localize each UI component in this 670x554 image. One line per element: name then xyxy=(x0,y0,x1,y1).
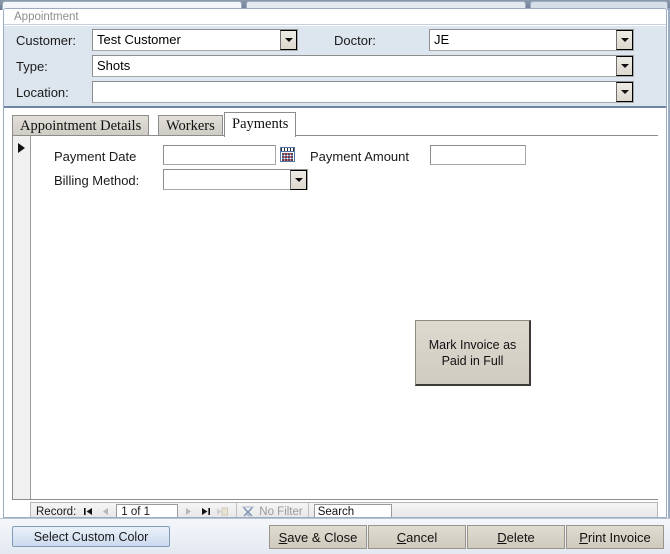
save-and-close-accel: S xyxy=(278,529,288,545)
filter-status-label: No Filter xyxy=(259,505,303,518)
payment-date-input[interactable] xyxy=(163,145,276,165)
calendar-icon-header xyxy=(281,148,294,152)
mark-invoice-paid-button[interactable]: Mark Invoice as Paid in Full xyxy=(415,320,531,386)
customer-dropdown-button[interactable] xyxy=(280,30,297,50)
next-record-icon xyxy=(186,508,192,515)
delete-accel: D xyxy=(497,529,507,545)
cancel-accel: C xyxy=(396,529,407,545)
customer-value: Test Customer xyxy=(97,32,181,47)
payment-amount-label: Payment Amount xyxy=(310,149,409,164)
tab-appointment-details[interactable]: Appointment Details xyxy=(12,115,150,136)
customer-combobox[interactable]: Test Customer xyxy=(92,29,298,51)
first-record-button[interactable] xyxy=(80,503,97,517)
type-dropdown-button[interactable] xyxy=(616,56,633,76)
next-record-button[interactable] xyxy=(180,503,197,517)
delete-button[interactable]: Delete xyxy=(467,525,565,549)
tab-workers[interactable]: Workers xyxy=(158,115,223,136)
save-and-close-button[interactable]: Save & Close xyxy=(269,525,367,549)
form-frame: Appointment Customer: Test Customer Doct… xyxy=(3,8,667,518)
print-invoice-button[interactable]: Print Invoice xyxy=(566,525,664,549)
payments-detail-area: Payment Date Payment Amount Billing Meth… xyxy=(32,136,658,499)
search-input[interactable]: Search xyxy=(313,503,392,517)
previous-record-button[interactable] xyxy=(97,503,114,517)
print-invoice-accel: P xyxy=(579,529,588,545)
record-position-input[interactable]: 1 of 1 xyxy=(116,503,179,517)
payment-date-label: Payment Date xyxy=(54,149,137,164)
billing-method-label: Billing Method: xyxy=(54,173,140,188)
select-custom-color-button[interactable]: Select Custom Color xyxy=(12,526,170,547)
new-record-icon xyxy=(217,507,229,516)
doctor-combobox[interactable]: JE xyxy=(429,29,634,51)
filter-status[interactable]: No Filter xyxy=(242,505,303,518)
delete-rest: elete xyxy=(506,529,535,545)
chevron-down-icon xyxy=(284,38,293,42)
cancel-button[interactable]: Cancel xyxy=(368,525,466,549)
chevron-down-icon xyxy=(620,38,629,42)
print-invoice-rest: rint Invoice xyxy=(587,529,651,545)
type-combobox[interactable]: Shots xyxy=(92,55,634,77)
cancel-rest: ancel xyxy=(406,529,438,545)
first-record-icon xyxy=(84,508,93,515)
previous-record-icon xyxy=(103,508,109,515)
doctor-label: Doctor: xyxy=(334,33,376,48)
new-record-button[interactable] xyxy=(214,503,231,517)
customer-label: Customer: xyxy=(16,33,76,48)
mark-invoice-line-2: Paid in Full xyxy=(441,353,504,368)
mark-invoice-line-1: Mark Invoice as xyxy=(428,337,517,352)
calendar-icon-grid xyxy=(282,153,293,161)
location-label: Location: xyxy=(16,85,69,100)
nav-separator xyxy=(236,503,238,517)
form-header-band: Customer: Test Customer Doctor: JE Type:… xyxy=(4,26,666,108)
chevron-down-icon xyxy=(620,64,629,68)
calendar-icon[interactable] xyxy=(280,147,295,162)
nav-separator-2 xyxy=(307,503,309,517)
tab-panel-payments: Payment Date Payment Amount Billing Meth… xyxy=(12,135,658,500)
access-form-window: Appointment Customer: Test Customer Doct… xyxy=(0,0,670,554)
chevron-down-icon xyxy=(294,178,303,182)
last-record-button[interactable] xyxy=(197,503,214,517)
current-record-arrow-icon xyxy=(18,143,25,153)
tab-payments[interactable]: Payments xyxy=(224,112,297,137)
location-combobox[interactable] xyxy=(92,81,634,103)
location-dropdown-button[interactable] xyxy=(616,82,633,102)
save-and-close-rest: ave & Close xyxy=(287,529,358,545)
billing-method-dropdown-button[interactable] xyxy=(290,170,307,190)
doctor-dropdown-button[interactable] xyxy=(616,30,633,50)
chevron-down-icon xyxy=(620,90,629,94)
doctor-value: JE xyxy=(434,32,450,47)
last-record-icon xyxy=(202,508,211,515)
record-selector-column[interactable] xyxy=(13,136,31,499)
type-value: Shots xyxy=(97,58,131,73)
tab-control: Appointment Details Workers Payments Pay… xyxy=(12,112,658,500)
form-caption: Appointment xyxy=(4,9,666,25)
billing-method-combobox[interactable] xyxy=(163,169,308,190)
tab-strip: Appointment Details Workers Payments xyxy=(12,112,658,137)
filter-icon xyxy=(242,505,255,518)
payment-amount-input[interactable] xyxy=(430,145,526,165)
record-label: Record: xyxy=(36,505,77,518)
type-label: Type: xyxy=(16,59,48,74)
record-navigation-bar: Record: 1 of 1 No Filter Search xyxy=(30,502,658,518)
